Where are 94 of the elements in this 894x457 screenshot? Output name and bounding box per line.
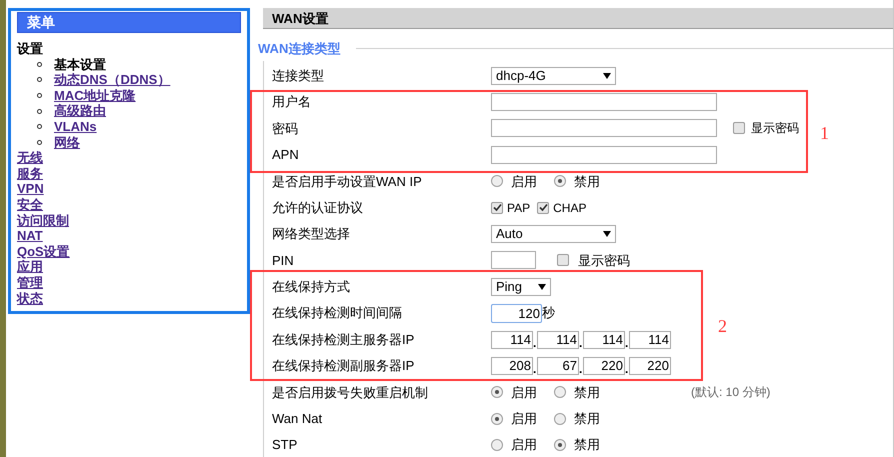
ip-octet-field[interactable]: 220 — [629, 356, 671, 375]
dropdown[interactable]: Ping — [491, 278, 551, 296]
caret-icon — [603, 72, 611, 79]
field-label: 是否启用拨号失败重启机制 — [271, 384, 429, 402]
dot-separator: . — [579, 362, 583, 375]
radio-label: 启用 — [511, 436, 537, 454]
field-label: 连接类型 — [271, 66, 325, 85]
caret-icon — [603, 231, 611, 238]
ip-octet-field[interactable]: 67 — [537, 356, 579, 375]
radio-label: 启用 — [511, 410, 537, 428]
menu-item[interactable]: 安全 — [17, 196, 43, 212]
input-field[interactable] — [491, 93, 717, 112]
radio-label: 禁用 — [574, 172, 600, 190]
field-label: 网络类型选择 — [271, 225, 351, 244]
menu-item[interactable]: NAT — [17, 228, 43, 244]
submenu-item[interactable]: 高级路由 — [54, 103, 106, 119]
radio-label: 禁用 — [574, 384, 600, 402]
ip-octet-field[interactable]: 220 — [583, 356, 625, 375]
bullet-icon — [37, 93, 42, 98]
checkbox-label: 显示密码 — [751, 120, 799, 138]
checkbox[interactable] — [733, 122, 745, 134]
page-title: WAN设置 — [263, 8, 893, 29]
menu-title: 菜单 — [17, 12, 241, 33]
field-label: 用户名 — [271, 93, 312, 112]
password-field[interactable] — [491, 119, 717, 138]
field-label: 密码 — [271, 120, 299, 138]
checkbox-label: 显示密码 — [578, 252, 630, 270]
caret-icon — [538, 284, 546, 290]
radio-button[interactable] — [554, 386, 566, 398]
checkbox[interactable] — [537, 202, 550, 214]
bullet-icon — [37, 108, 42, 114]
radio-button[interactable] — [491, 439, 503, 452]
menu-item[interactable]: QoS设置 — [17, 244, 70, 259]
unit-label: 秒 — [542, 304, 555, 322]
radio-label: 启用 — [511, 384, 537, 402]
ip-octet-field[interactable]: 114 — [537, 330, 579, 349]
radio-button[interactable] — [554, 439, 566, 452]
radio-label: 禁用 — [574, 410, 600, 428]
annotation-number: 2 — [718, 315, 727, 338]
menu-item[interactable]: 设置 — [17, 41, 43, 56]
radio-button[interactable] — [554, 175, 566, 188]
menu-item[interactable]: 管理 — [17, 274, 43, 290]
field-label: APN — [271, 146, 300, 164]
dot-separator: . — [533, 362, 537, 375]
dropdown[interactable]: Auto — [491, 225, 616, 244]
dot-separator: . — [533, 336, 537, 349]
hint-text: (默认: 10 分钟) — [691, 384, 770, 402]
radio-button[interactable] — [491, 386, 503, 398]
ip-octet-field[interactable]: 208 — [491, 356, 533, 375]
ip-octet-field[interactable]: 114 — [491, 330, 533, 349]
annotation-number: 1 — [820, 122, 829, 145]
radio-label: 禁用 — [574, 436, 600, 454]
menu-item[interactable]: 无线 — [17, 150, 43, 166]
dropdown[interactable]: dhcp-4G — [491, 66, 616, 85]
bullet-icon — [37, 140, 42, 145]
checkbox[interactable] — [491, 202, 503, 214]
submenu-item[interactable]: 动态DNS（DDNS） — [54, 72, 170, 88]
input-field[interactable] — [491, 146, 717, 164]
field-label: STP — [271, 436, 298, 454]
submenu-item[interactable]: 网络 — [54, 134, 80, 150]
field-label: 允许的认证协议 — [271, 198, 364, 217]
menu-item[interactable]: 访问限制 — [17, 212, 69, 228]
field-label: Wan Nat — [271, 410, 324, 428]
submenu-item[interactable]: VLANs — [54, 118, 97, 135]
ip-octet-field[interactable]: 114 — [629, 330, 671, 349]
interval-field[interactable]: 120 — [491, 304, 542, 323]
radio-button[interactable] — [491, 175, 503, 188]
field-label: 在线保持检测时间间隔 — [271, 304, 403, 322]
radio-button[interactable] — [491, 412, 503, 425]
dot-separator: . — [579, 336, 583, 349]
bullet-icon — [37, 124, 42, 130]
menu-item[interactable]: VPN — [17, 181, 44, 196]
ip-octet-field[interactable]: 114 — [583, 330, 625, 349]
pin-field[interactable] — [491, 251, 536, 270]
dot-separator: . — [625, 336, 629, 349]
menu-item[interactable]: 服务 — [17, 166, 43, 181]
field-label: 在线保持检测副服务器IP — [271, 357, 416, 376]
menu-item[interactable]: 应用 — [17, 259, 43, 274]
bullet-icon — [37, 62, 42, 67]
checkbox[interactable] — [557, 254, 569, 266]
submenu-item[interactable]: 基本设置 — [54, 56, 106, 72]
menu-item[interactable]: 状态 — [17, 290, 43, 306]
radio-label: 启用 — [511, 172, 537, 190]
field-label: 在线保持方式 — [271, 278, 351, 296]
section-title: WAN连接类型 — [258, 40, 340, 58]
radio-button[interactable] — [554, 412, 566, 425]
bullet-icon — [37, 77, 42, 82]
checkbox-label: CHAP — [553, 200, 586, 217]
checkbox-label: PAP — [507, 200, 530, 217]
field-label: PIN — [271, 252, 295, 270]
field-label: 是否启用手动设置WAN IP — [271, 172, 423, 190]
dot-separator: . — [625, 362, 629, 375]
submenu-item[interactable]: MAC地址克隆 — [54, 88, 136, 104]
field-label: 在线保持检测主服务器IP — [271, 330, 416, 349]
